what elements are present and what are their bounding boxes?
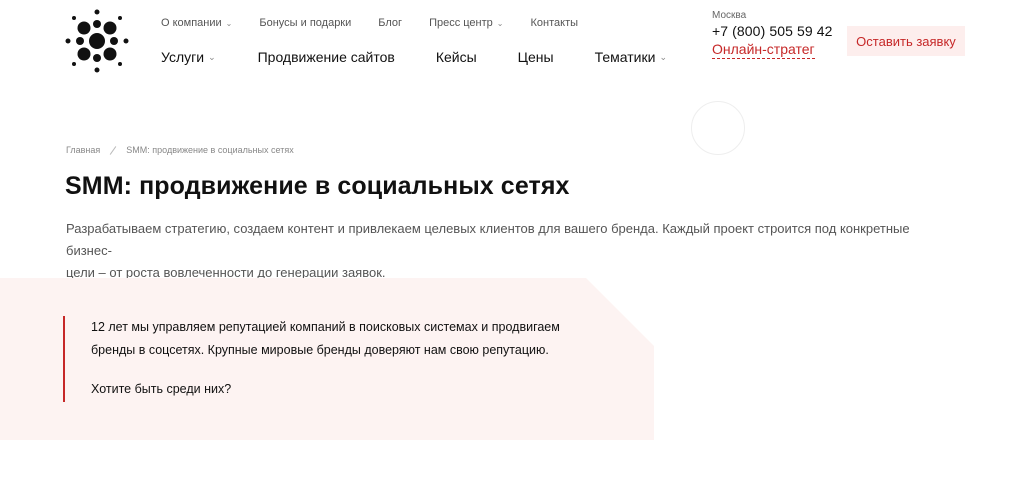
- nav-main-cases-label: Кейсы: [435, 49, 477, 65]
- nav-main-topics[interactable]: Тематики ⌄: [595, 49, 667, 65]
- quote-question: Хотите быть среди них?: [91, 382, 232, 396]
- nav-top-press[interactable]: Пресс центр ⌄: [429, 17, 503, 29]
- quote-line: бренды в соцсетях. Крупные мировые бренд…: [91, 343, 549, 357]
- nav-top-contacts[interactable]: Контакты: [531, 17, 579, 29]
- site-header: О компании ⌄ Бонусы и подарки Блог Пресс…: [0, 0, 1024, 90]
- nav-main-seo[interactable]: Продвижение сайтов: [258, 49, 395, 65]
- top-secondary-nav: О компании ⌄ Бонусы и подарки Блог Пресс…: [161, 17, 605, 29]
- nav-top-blog-label: Блог: [378, 17, 403, 29]
- nav-main-cases[interactable]: Кейсы: [436, 49, 477, 65]
- quote-line: 12 лет мы управляем репутацией компаний …: [91, 320, 560, 334]
- online-strategist-link[interactable]: Онлайн-стратег: [712, 41, 815, 59]
- breadcrumb-separator: [109, 145, 117, 155]
- page-title: SMM: продвижение в социальных сетях: [65, 172, 570, 200]
- nav-main-topics-label: Тематики: [594, 49, 656, 65]
- phone-link[interactable]: +7 (800) 505 59 42: [712, 23, 833, 40]
- leave-request-button[interactable]: Оставить заявку: [847, 26, 965, 56]
- nav-main-services-label: Услуги: [161, 49, 205, 65]
- nav-top-contacts-label: Контакты: [530, 17, 579, 29]
- city-label: Москва: [712, 10, 747, 21]
- chevron-down-icon: ⌄: [225, 18, 233, 28]
- intro-paragraph: Разрабатываем стратегию, создаем контент…: [66, 218, 946, 284]
- loading-spinner: [691, 101, 745, 155]
- breadcrumb: Главная SMM: продвижение в социальных се…: [66, 145, 294, 155]
- chevron-down-icon: ⌄: [208, 51, 216, 62]
- breadcrumb-home[interactable]: Главная: [66, 145, 100, 155]
- breadcrumb-current: SMM: продвижение в социальных сетях: [126, 145, 294, 155]
- main-nav: Услуги ⌄ Продвижение сайтов Кейсы Цены Т…: [161, 49, 667, 65]
- nav-main-seo-label: Продвижение сайтов: [257, 49, 395, 65]
- quote-block: 12 лет мы управляем репутацией компаний …: [63, 316, 560, 402]
- nav-top-about-label: О компании: [161, 17, 222, 29]
- nav-top-about[interactable]: О компании ⌄: [161, 17, 232, 29]
- nav-main-prices[interactable]: Цены: [518, 49, 554, 65]
- intro-line: Разрабатываем стратегию, создаем контент…: [66, 221, 910, 258]
- nav-top-press-label: Пресс центр: [429, 17, 493, 29]
- nav-top-blog[interactable]: Блог: [378, 17, 402, 29]
- chevron-down-icon: ⌄: [659, 51, 667, 62]
- nav-top-bonuses[interactable]: Бонусы и подарки: [259, 17, 351, 29]
- header-contact: Москва +7 (800) 505 59 42 Онлайн-стратег: [712, 10, 833, 59]
- nav-top-bonuses-label: Бонусы и подарки: [259, 17, 352, 29]
- chevron-down-icon: ⌄: [496, 18, 504, 28]
- nav-main-prices-label: Цены: [517, 49, 554, 65]
- quote-gap: [91, 362, 560, 378]
- nav-main-services[interactable]: Услуги ⌄: [161, 49, 216, 65]
- logo-icon[interactable]: [64, 8, 130, 74]
